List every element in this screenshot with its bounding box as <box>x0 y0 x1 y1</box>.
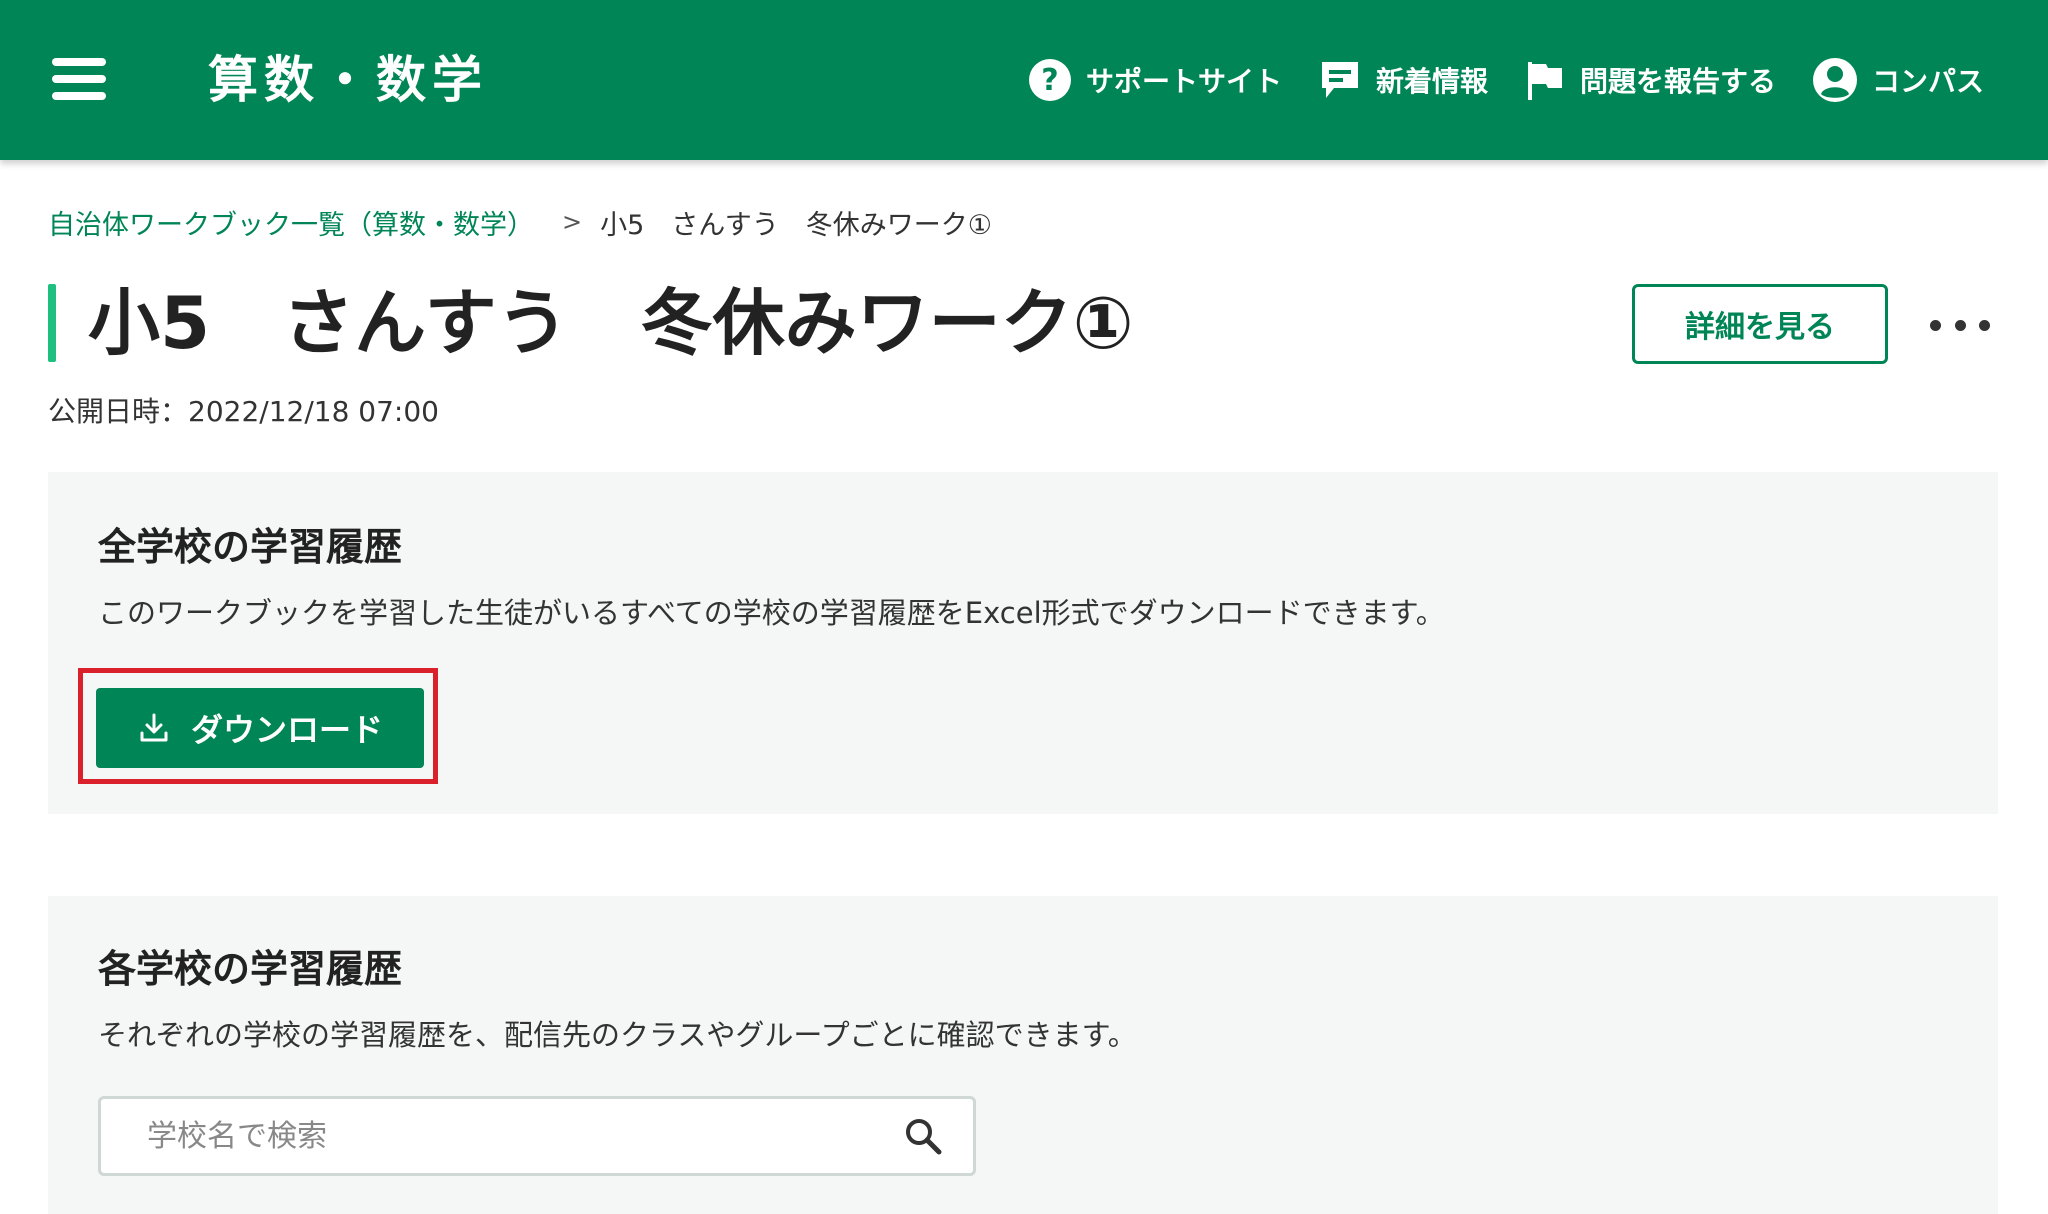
menu-icon[interactable] <box>52 58 106 100</box>
title-accent-bar <box>48 284 56 362</box>
nav-report-problem[interactable]: 問題を報告する <box>1524 58 1776 102</box>
nav-account-label: コンパス <box>1871 65 1984 98</box>
breadcrumb-current: 小5 さんすう 冬休みワーク① <box>600 209 992 241</box>
app-title[interactable]: 算数・数学 <box>208 48 488 112</box>
nav-news-label: 新着情報 <box>1375 65 1488 98</box>
nav-account[interactable]: コンパス <box>1812 57 1984 103</box>
all-schools-heading: 全学校の学習履歴 <box>98 525 403 569</box>
download-button[interactable]: ダウンロード <box>96 688 424 768</box>
breadcrumb: 自治体ワークブック一覧（算数・数学） > 小5 さんすう 冬休みワーク① <box>48 202 992 242</box>
school-search-box <box>98 1096 976 1176</box>
help-circle-icon: ? <box>1028 59 1071 101</box>
svg-text:?: ? <box>1041 63 1058 98</box>
breadcrumb-separator: > <box>562 208 583 236</box>
app-header: 算数・数学 ? サポートサイト 新着情報 問題を報告する コンパス <box>0 0 2048 160</box>
nav-news[interactable]: 新着情報 <box>1318 58 1488 102</box>
nav-support-site-label: サポートサイト <box>1085 65 1282 98</box>
each-school-history-card: 各学校の学習履歴 それぞれの学校の学習履歴を、配信先のクラスやグループごとに確認… <box>48 896 1998 1214</box>
school-search-input[interactable] <box>101 1099 895 1173</box>
view-details-button[interactable]: 詳細を見る <box>1632 284 1888 364</box>
all-schools-history-card: 全学校の学習履歴 このワークブックを学習した生徒がいるすべての学校の学習履歴をE… <box>48 472 1998 814</box>
flag-icon <box>1527 62 1562 100</box>
each-school-heading: 各学校の学習履歴 <box>98 947 403 991</box>
page-title: 小5 さんすう 冬休みワーク① <box>88 281 1134 365</box>
published-date: 公開日時：2022/12/18 07:00 <box>48 395 439 428</box>
chat-bubble-icon <box>1321 62 1358 98</box>
account-circle-icon <box>1812 58 1857 102</box>
more-options-icon[interactable] <box>1930 300 1990 350</box>
nav-support-site[interactable]: ? サポートサイト <box>1028 58 1282 102</box>
header-nav: ? サポートサイト 新着情報 問題を報告する コンパス <box>1028 52 1984 108</box>
breadcrumb-parent-link[interactable]: 自治体ワークブック一覧（算数・数学） <box>48 203 534 242</box>
search-icon[interactable] <box>895 1116 951 1156</box>
all-schools-description: このワークブックを学習した生徒がいるすべての学校の学習履歴をExcel形式でダウ… <box>98 596 1445 630</box>
each-school-description: それぞれの学校の学習履歴を、配信先のクラスやグループごとに確認できます。 <box>98 1018 1137 1052</box>
download-button-label: ダウンロード <box>190 711 383 749</box>
nav-report-problem-label: 問題を報告する <box>1579 65 1776 98</box>
download-icon <box>140 713 168 742</box>
